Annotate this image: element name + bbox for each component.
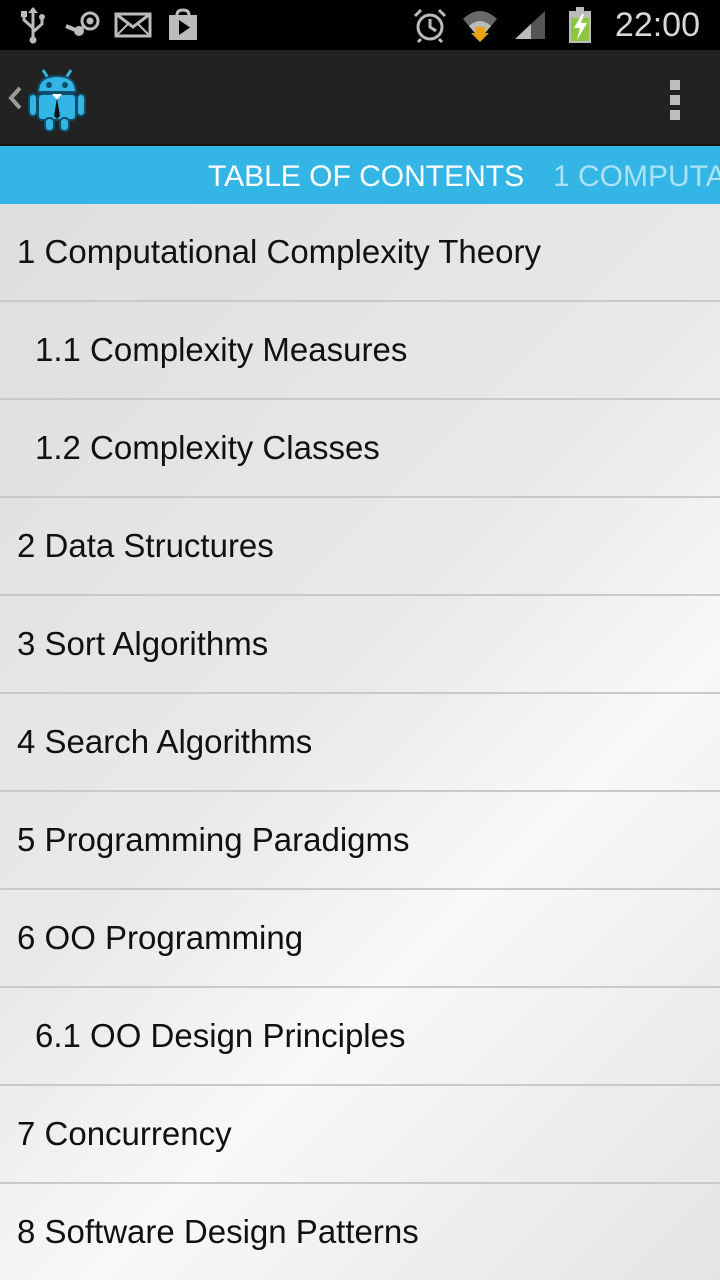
tab-table-of-contents[interactable]: TABLE OF CONTENTS xyxy=(208,146,524,204)
tab-strip: TABLE OF CONTENTS 1 COMPUTATIONAL COMPLE… xyxy=(0,146,720,204)
chevron-left-icon[interactable] xyxy=(6,80,24,116)
toc-list: 1 Computational Complexity Theory 1.1 Co… xyxy=(0,204,720,1280)
toc-item-complexity-classes[interactable]: 1.2 Complexity Classes xyxy=(0,400,720,498)
toc-item-oo-programming[interactable]: 6 OO Programming xyxy=(0,890,720,988)
toc-item-complexity-measures[interactable]: 1.1 Complexity Measures xyxy=(0,302,720,400)
toc-item-data-structures[interactable]: 2 Data Structures xyxy=(0,498,720,596)
toc-item-concurrency[interactable]: 7 Concurrency xyxy=(0,1086,720,1184)
alarm-icon xyxy=(411,6,449,44)
more-vert-icon[interactable] xyxy=(668,80,682,120)
toc-item-computational-complexity-theory[interactable]: 1 Computational Complexity Theory xyxy=(0,204,720,302)
toc-item-sort-algorithms[interactable]: 3 Sort Algorithms xyxy=(0,596,720,694)
more-dot xyxy=(670,95,680,105)
toc-item-programming-paradigms[interactable]: 5 Programming Paradigms xyxy=(0,792,720,890)
clock: 22:00 xyxy=(614,5,700,44)
steam-icon xyxy=(64,6,102,44)
android-robot-icon[interactable] xyxy=(28,66,86,132)
battery-charging-icon xyxy=(561,6,599,44)
system-icons: 22:00 xyxy=(411,0,700,50)
notification-icons xyxy=(14,0,202,50)
mail-icon xyxy=(114,6,152,44)
play-store-icon xyxy=(164,6,202,44)
toc-item-oo-design-principles[interactable]: 6.1 OO Design Principles xyxy=(0,988,720,1086)
action-bar xyxy=(0,50,720,146)
toc-item-software-design-patterns[interactable]: 8 Software Design Patterns xyxy=(0,1184,720,1280)
signal-icon xyxy=(511,6,549,44)
usb-icon xyxy=(14,6,52,44)
tab-computational-complexity-theory[interactable]: 1 COMPUTATIONAL COMPLEXITY THEORY xyxy=(553,146,720,204)
toc-item-search-algorithms[interactable]: 4 Search Algorithms xyxy=(0,694,720,792)
status-bar: 22:00 xyxy=(0,0,720,50)
wifi-icon xyxy=(461,6,499,44)
more-dot xyxy=(670,80,680,90)
more-dot xyxy=(670,110,680,120)
